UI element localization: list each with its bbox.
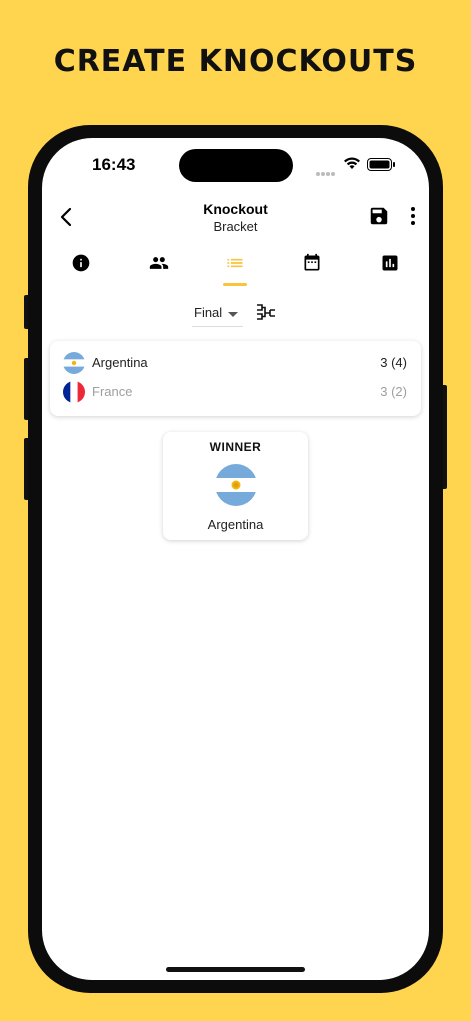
promo-headline: CREATE KNOCKOUTS	[53, 44, 418, 79]
match-team-away: France 3 (2)	[50, 380, 421, 404]
away-team-name: France	[92, 384, 133, 399]
winner-card: WINNER Argentina	[163, 432, 308, 540]
people-icon	[149, 257, 169, 269]
tab-stats[interactable]	[370, 248, 410, 288]
tab-schedule[interactable]	[292, 248, 332, 288]
battery-icon	[367, 158, 395, 171]
selected-tab-indicator	[223, 283, 247, 286]
tab-bracket[interactable]	[215, 248, 255, 288]
winner-team-name: Argentina	[207, 517, 264, 532]
winner-label: WINNER	[209, 440, 262, 454]
app-screen: 16:43 Knockout Bracket Final Argentina 3…	[42, 138, 429, 980]
argentina-flag-icon	[63, 352, 85, 374]
round-dropdown-value: Final	[194, 305, 223, 320]
dynamic-island	[179, 149, 293, 182]
france-flag-icon	[63, 381, 85, 403]
info-icon	[72, 254, 90, 272]
match-team-home: Argentina 3 (4)	[50, 351, 421, 375]
bracket-view-icon[interactable]	[256, 302, 276, 322]
home-team-score: 3 (4)	[380, 355, 407, 370]
wifi-icon	[344, 157, 360, 169]
app-bar-title-group: Knockout Bracket	[142, 200, 329, 236]
signal-icon	[316, 163, 336, 181]
back-arrow-icon[interactable]	[56, 206, 78, 228]
status-icons	[316, 155, 402, 176]
dropdown-arrow-icon	[228, 312, 238, 317]
argentina-flag-icon	[215, 464, 257, 506]
round-dropdown[interactable]: Final	[192, 302, 243, 327]
save-icon[interactable]	[368, 205, 390, 227]
page-title: Knockout	[203, 201, 268, 217]
tab-teams[interactable]	[138, 248, 178, 288]
page-subtitle: Bracket	[213, 219, 258, 234]
bar-chart-icon	[382, 255, 398, 271]
list-icon	[227, 258, 243, 268]
tab-info[interactable]	[61, 248, 101, 288]
home-indicator[interactable]	[166, 967, 305, 972]
tab-bar	[42, 248, 429, 288]
status-time: 16:43	[92, 155, 136, 174]
app-bar: Knockout Bracket	[42, 196, 429, 246]
calendar-icon	[304, 253, 320, 271]
phone-frame: 16:43 Knockout Bracket Final Argentina 3…	[28, 125, 443, 993]
more-vert-icon[interactable]	[408, 205, 418, 227]
match-card[interactable]: Argentina 3 (4) France 3 (2)	[50, 341, 421, 416]
home-team-name: Argentina	[92, 355, 148, 370]
away-team-score: 3 (2)	[380, 384, 407, 399]
